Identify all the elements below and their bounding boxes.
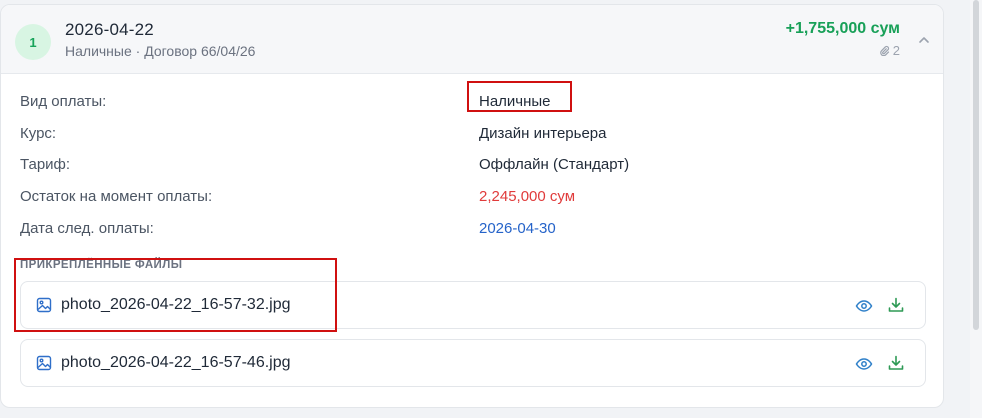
- highlight-box: [14, 258, 337, 332]
- payment-subtitle: Наличные · Договор 66/04/26: [65, 43, 256, 59]
- detail-value: Оффлайн (Стандарт): [479, 156, 630, 173]
- highlight-box: [467, 81, 572, 112]
- payment-date: 2026-04-22: [65, 20, 154, 39]
- payment-card: 1 2026-04-22 Наличные · Договор 66/04/26…: [0, 4, 944, 408]
- scrollbar[interactable]: [970, 0, 982, 418]
- detail-value-next-date: 2026-04-30: [479, 220, 556, 237]
- eye-icon[interactable]: [855, 355, 873, 373]
- detail-label: Остаток на момент оплаты:: [20, 188, 213, 205]
- download-icon[interactable]: [887, 296, 905, 314]
- detail-label: Дата след. оплаты:: [20, 220, 154, 237]
- detail-label: Тариф:: [20, 156, 71, 173]
- attachments-count: 2: [892, 43, 900, 58]
- detail-value: Дизайн интерьера: [479, 125, 607, 142]
- detail-label: Вид оплаты:: [20, 93, 107, 110]
- payment-amount: +1,755,000 сум: [785, 20, 900, 37]
- file-row[interactable]: photo_2026-04-22_16-57-46.jpg: [20, 339, 926, 387]
- payment-card-header[interactable]: 1 2026-04-22 Наличные · Договор 66/04/26…: [1, 5, 943, 74]
- detail-label: Курс:: [20, 125, 57, 142]
- detail-value-remaining: 2,245,000 сум: [479, 188, 576, 205]
- download-icon[interactable]: [887, 354, 905, 372]
- chevron-up-icon[interactable]: [915, 31, 933, 49]
- attachments-counter: 2: [879, 43, 900, 58]
- scrollbar-thumb[interactable]: [973, 0, 979, 330]
- file-name[interactable]: photo_2026-04-22_16-57-46.jpg: [61, 354, 291, 372]
- image-file-icon: [36, 355, 52, 371]
- paperclip-icon: [879, 45, 889, 56]
- eye-icon[interactable]: [855, 297, 873, 315]
- payment-index-badge: 1: [15, 24, 51, 60]
